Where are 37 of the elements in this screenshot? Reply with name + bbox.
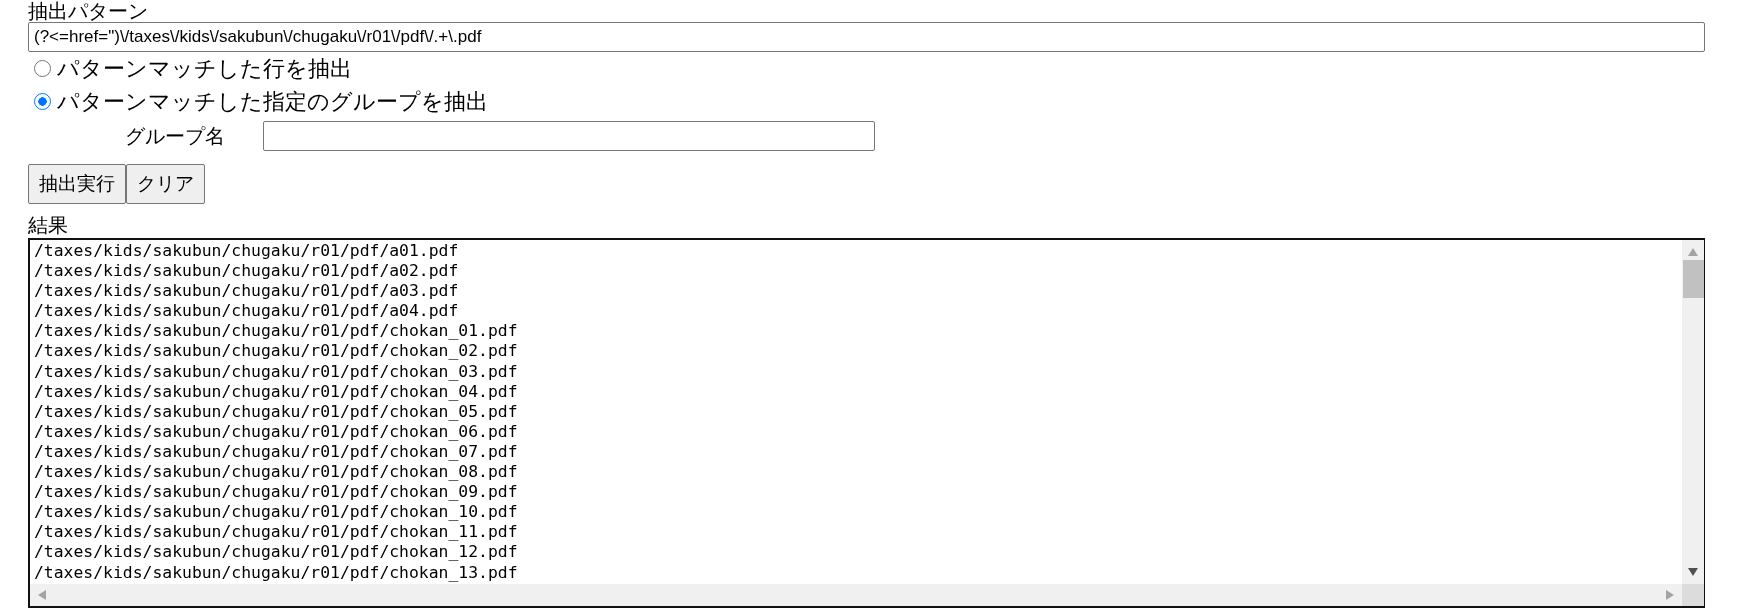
result-line: /taxes/kids/sakubun/chugaku/r01/pdf/chokan_11.pdf <box>34 522 519 543</box>
radio-label: パターンマッチした指定のグループを抽出 <box>57 87 488 116</box>
result-line: /taxes/kids/sakubun/chugaku/r01/pdf/chokan_13.pdf <box>34 562 519 583</box>
extract-button[interactable]: 抽出実行 <box>28 164 126 204</box>
scroll-up-icon[interactable] <box>1688 248 1698 256</box>
result-line: /taxes/kids/sakubun/chugaku/r01/pdf/chokan_02.pdf <box>34 341 519 362</box>
result-line: /taxes/kids/sakubun/chugaku/r01/pdf/chokan_07.pdf <box>34 441 519 463</box>
result-line: /taxes/kids/sakubun/chugaku/r01/pdf/chokan_04.pdf <box>34 381 519 402</box>
result-label: 結果 <box>28 214 69 236</box>
horizontal-scrollbar[interactable] <box>30 584 1682 606</box>
group-name-input[interactable] <box>263 121 875 151</box>
group-name-label: グループ名 <box>125 123 225 149</box>
scrollbar-thumb[interactable] <box>1682 260 1704 298</box>
scroll-down-icon[interactable] <box>1688 568 1698 576</box>
scroll-left-icon[interactable] <box>38 590 46 600</box>
result-line: /taxes/kids/sakubun/chugaku/r01/pdf/a04.pdf <box>34 301 460 322</box>
result-textarea[interactable] <box>28 238 1705 608</box>
result-line: /taxes/kids/sakubun/chugaku/r01/pdf/chokan_08.pdf <box>34 462 519 483</box>
result-line: /taxes/kids/sakubun/chugaku/r01/pdf/chokan_05.pdf <box>34 401 519 422</box>
result-line: /taxes/kids/sakubun/chugaku/r01/pdf/chokan_09.pdf <box>34 482 519 503</box>
vertical-scrollbar[interactable] <box>1682 240 1704 584</box>
pattern-input[interactable]: (?<=href=")\/taxes\/kids\/sakubun\/chugaku\/r01\/pdf\/.+\.pdf <box>28 22 1705 52</box>
result-line: /taxes/kids/sakubun/chugaku/r01/pdf/chokan_10.pdf <box>34 502 519 523</box>
result-line: /taxes/kids/sakubun/chugaku/r01/pdf/chokan_06.pdf <box>34 421 519 442</box>
result-line: /taxes/kids/sakubun/chugaku/r01/pdf/a03.pdf <box>34 281 460 302</box>
result-line: /taxes/kids/sakubun/chugaku/r01/pdf/a01.pdf <box>34 241 460 262</box>
radio-label: パターンマッチした行を抽出 <box>57 54 352 83</box>
scroll-right-icon[interactable] <box>1666 590 1674 600</box>
radio-button[interactable] <box>34 60 51 77</box>
result-line: /taxes/kids/sakubun/chugaku/r01/pdf/chokan_12.pdf <box>34 542 519 563</box>
pattern-label: 抽出パターン <box>28 0 149 22</box>
result-line: /taxes/kids/sakubun/chugaku/r01/pdf/a02.pdf <box>34 261 460 282</box>
resize-grip[interactable] <box>1682 584 1704 606</box>
radio-button[interactable] <box>34 93 51 110</box>
result-line: /taxes/kids/sakubun/chugaku/r01/pdf/chokan_01.pdf <box>34 321 519 342</box>
clear-button[interactable]: クリア <box>126 164 205 204</box>
result-line: /taxes/kids/sakubun/chugaku/r01/pdf/chokan_03.pdf <box>34 361 519 382</box>
